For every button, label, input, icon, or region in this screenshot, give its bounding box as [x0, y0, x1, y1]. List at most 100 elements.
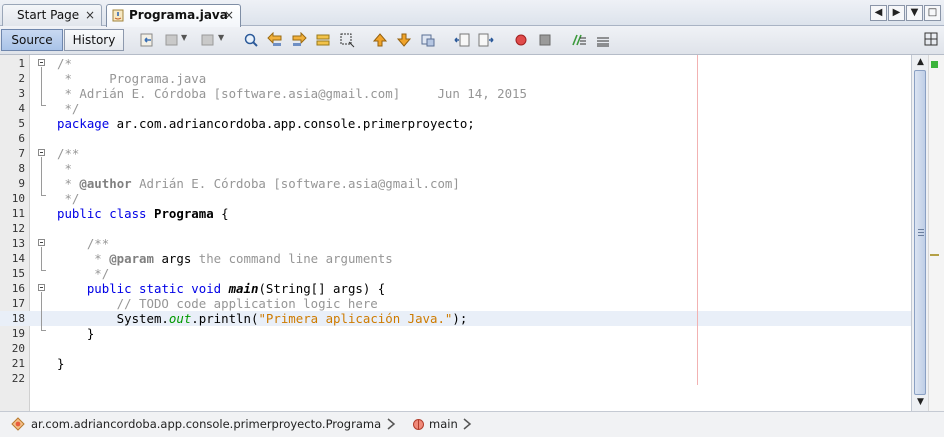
- toggle-bookmark-icon[interactable]: [420, 32, 436, 48]
- code-token: {: [213, 206, 229, 221]
- code-token: Adrián E. Córdoba [software.asia@gmail.c…: [131, 176, 460, 191]
- toggle-highlight-icon[interactable]: [315, 32, 331, 48]
- code-text: }: [57, 326, 94, 341]
- thumb-grip: [918, 232, 924, 233]
- code-line[interactable]: 14 * @param args the command line argume…: [0, 251, 911, 266]
- source-button[interactable]: Source: [1, 29, 63, 51]
- no-errors-icon: [931, 61, 938, 68]
- code-token: * Programa.java: [57, 71, 207, 86]
- code-area[interactable]: 1/* 2 * Programa.java 3 * Adrián E. Córdob…: [0, 55, 911, 411]
- code-line[interactable]: 2 * Programa.java: [0, 71, 911, 86]
- uncomment-icon[interactable]: [595, 32, 611, 48]
- fold-toggle-icon[interactable]: [38, 284, 45, 291]
- code-line[interactable]: 21}: [0, 356, 911, 371]
- scroll-tabs-left-icon[interactable]: ◀: [870, 5, 887, 21]
- thumb-grip: [918, 235, 924, 236]
- chevron-right-icon[interactable]: [386, 418, 396, 430]
- error-stripe[interactable]: [928, 55, 944, 411]
- fold-toggle-icon[interactable]: [38, 239, 45, 246]
- code-editor[interactable]: 1/* 2 * Programa.java 3 * Adrián E. Córdob…: [0, 55, 944, 411]
- line-number: 3: [18, 87, 25, 100]
- comment-icon[interactable]: [571, 32, 587, 48]
- tab-programa-java[interactable]: Programa.java ×: [106, 4, 241, 27]
- forward-icon[interactable]: [200, 32, 216, 48]
- code-text: * @param args the command line arguments: [57, 251, 392, 266]
- find-previous-icon[interactable]: [267, 32, 283, 48]
- tab-label: Programa.java: [129, 8, 228, 22]
- code-token: *: [57, 176, 80, 191]
- code-line[interactable]: 19 }: [0, 326, 911, 341]
- code-line[interactable]: 6: [0, 131, 911, 146]
- code-line[interactable]: 9 * @author Adrián E. Córdoba [software.…: [0, 176, 911, 191]
- fold-toggle-icon[interactable]: [38, 149, 45, 156]
- vertical-scrollbar[interactable]: ▲ ▼: [911, 55, 928, 411]
- scroll-down-icon[interactable]: ▼: [913, 395, 928, 410]
- code-line[interactable]: 16 public static void main(String[] args…: [0, 281, 911, 296]
- code-line[interactable]: 11 public class Programa {: [0, 206, 911, 221]
- breadcrumb-method[interactable]: main: [429, 412, 458, 436]
- show-opened-documents-icon[interactable]: ▼: [906, 5, 923, 21]
- code-text: * @author Adrián E. Córdoba [software.as…: [57, 176, 460, 191]
- code-token: /**: [57, 236, 110, 251]
- chevron-down-icon[interactable]: ▼: [181, 33, 187, 42]
- fold-toggle-icon[interactable]: [38, 59, 45, 66]
- code-text: System.out.println("Primera aplicación J…: [57, 311, 468, 326]
- code-text: */: [57, 101, 79, 116]
- start-macro-icon[interactable]: [513, 32, 529, 48]
- code-line[interactable]: 10 */: [0, 191, 911, 206]
- line-number: 1: [18, 57, 25, 70]
- code-text: * Adrián E. Córdoba [software.asia@gmail…: [57, 86, 527, 101]
- navigation-breadcrumb: ar.com.adriancordoba.app.console.primerp…: [0, 411, 944, 437]
- rect-selection-icon[interactable]: [339, 32, 355, 48]
- current-code-line[interactable]: 18 System.out.println("Primera aplicació…: [0, 311, 911, 326]
- shift-right-icon[interactable]: [478, 32, 494, 48]
- code-line[interactable]: 1 /*: [0, 56, 911, 71]
- code-line[interactable]: 8 *: [0, 161, 911, 176]
- code-line[interactable]: 4 */: [0, 101, 911, 116]
- code-line[interactable]: 20: [0, 341, 911, 356]
- code-line[interactable]: 7 /**: [0, 146, 911, 161]
- stop-macro-icon[interactable]: [537, 32, 553, 48]
- breadcrumb-class[interactable]: ar.com.adriancordoba.app.console.primerp…: [31, 412, 381, 436]
- scrollbar-thumb[interactable]: [914, 70, 926, 395]
- back-icon[interactable]: [164, 32, 180, 48]
- code-token: System.: [57, 311, 169, 326]
- find-selection-icon[interactable]: [243, 32, 259, 48]
- code-line[interactable]: 13 /**: [0, 236, 911, 251]
- code-token: Programa: [154, 206, 214, 221]
- tab-start-page[interactable]: Start Page ×: [2, 4, 102, 26]
- code-line[interactable]: 22: [0, 371, 911, 386]
- fold-guide-end: [41, 330, 46, 331]
- line-number: 12: [11, 222, 25, 235]
- code-line[interactable]: 3 * Adrián E. Córdoba [software.asia@gma…: [0, 86, 911, 101]
- split-window-icon[interactable]: [924, 32, 938, 46]
- shift-left-icon[interactable]: [454, 32, 470, 48]
- history-button[interactable]: History: [64, 29, 124, 51]
- next-bookmark-icon[interactable]: [396, 32, 412, 48]
- find-next-icon[interactable]: [291, 32, 307, 48]
- code-line[interactable]: 5 package ar.com.adriancordoba.app.consol…: [0, 116, 911, 131]
- code-text: /**: [57, 236, 109, 251]
- code-line[interactable]: 15 */: [0, 266, 911, 281]
- code-line[interactable]: 12: [0, 221, 911, 236]
- close-icon[interactable]: ×: [224, 5, 234, 25]
- line-number: 6: [18, 132, 25, 145]
- code-line[interactable]: 17 // TODO code application logic here: [0, 296, 911, 311]
- scroll-up-icon[interactable]: ▲: [913, 55, 928, 70]
- caret-position-mark[interactable]: [930, 254, 939, 256]
- code-token: */: [57, 266, 110, 281]
- close-icon[interactable]: ×: [85, 5, 95, 25]
- code-token: *: [57, 161, 72, 176]
- scroll-tabs-right-icon[interactable]: ▶: [888, 5, 905, 21]
- fold-guide: [41, 67, 42, 105]
- last-edit-icon[interactable]: [139, 32, 155, 48]
- chevron-down-icon[interactable]: ▼: [218, 33, 224, 42]
- previous-bookmark-icon[interactable]: [372, 32, 388, 48]
- maximize-window-icon[interactable]: □: [924, 5, 941, 21]
- code-text: */: [57, 191, 79, 206]
- code-text: // TODO code application logic here: [57, 296, 378, 311]
- code-text: *: [57, 161, 72, 176]
- chevron-right-icon[interactable]: [462, 418, 472, 430]
- window-controls: ◀ ▶ ▼ □: [870, 5, 941, 21]
